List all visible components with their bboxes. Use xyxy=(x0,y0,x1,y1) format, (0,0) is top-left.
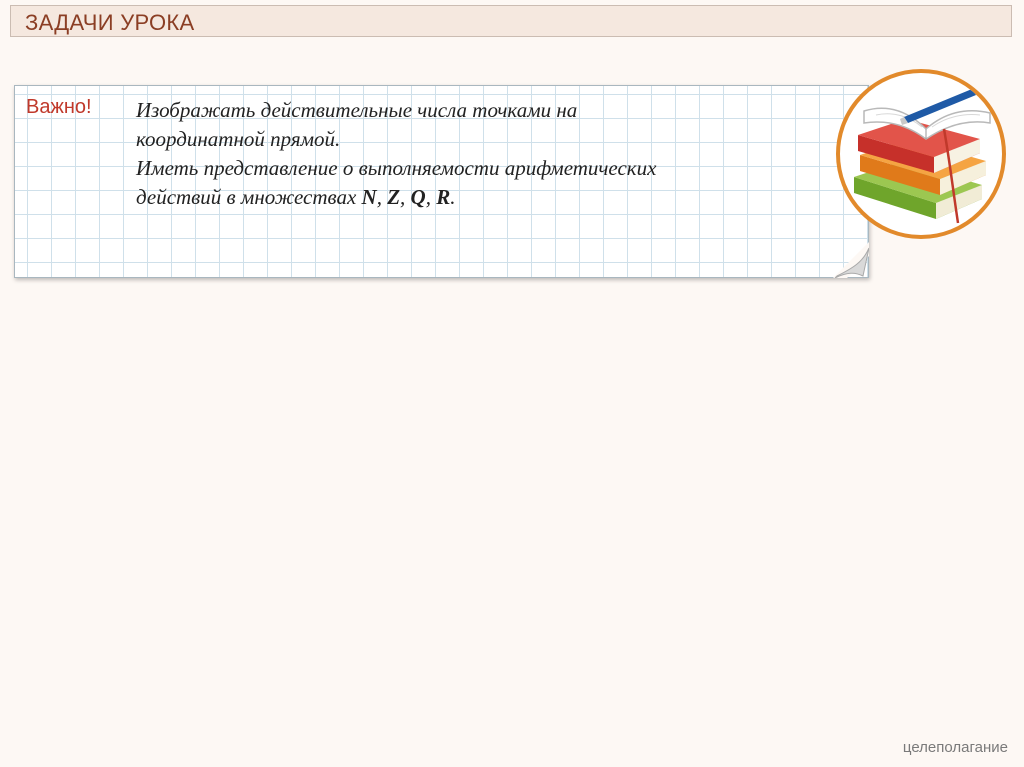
separator-2: , xyxy=(400,185,411,209)
lesson-tasks-text: Изображать действительные числа точками … xyxy=(136,96,816,212)
task-line-2: координатной прямой. xyxy=(136,127,341,151)
books-illustration xyxy=(836,69,1006,239)
task-line-4-prefix: действий в множествах xyxy=(136,185,362,209)
page-title: ЗАДАЧИ УРОКА xyxy=(25,10,195,35)
books-with-pen-icon xyxy=(854,85,991,224)
separator-1: , xyxy=(376,185,388,209)
set-z: Z xyxy=(387,185,401,209)
important-label: Важно! xyxy=(26,96,92,118)
set-q: Q xyxy=(410,185,426,209)
footer-label: целеполагание xyxy=(902,739,1008,756)
page-curl-icon xyxy=(833,242,869,278)
title-bar: ЗАДАЧИ УРОКА xyxy=(10,5,1012,37)
task-line-4: действий в множествах N, Z, Q, R. xyxy=(136,183,816,212)
set-r: R xyxy=(436,185,451,209)
task-line-3: Иметь представление о выполняемости ариф… xyxy=(136,156,657,180)
task-line-1: Изображать действительные числа точками … xyxy=(136,98,578,122)
separator-3: , xyxy=(425,185,437,209)
task-line-4-suffix: . xyxy=(450,185,456,209)
set-n: N xyxy=(361,185,377,209)
